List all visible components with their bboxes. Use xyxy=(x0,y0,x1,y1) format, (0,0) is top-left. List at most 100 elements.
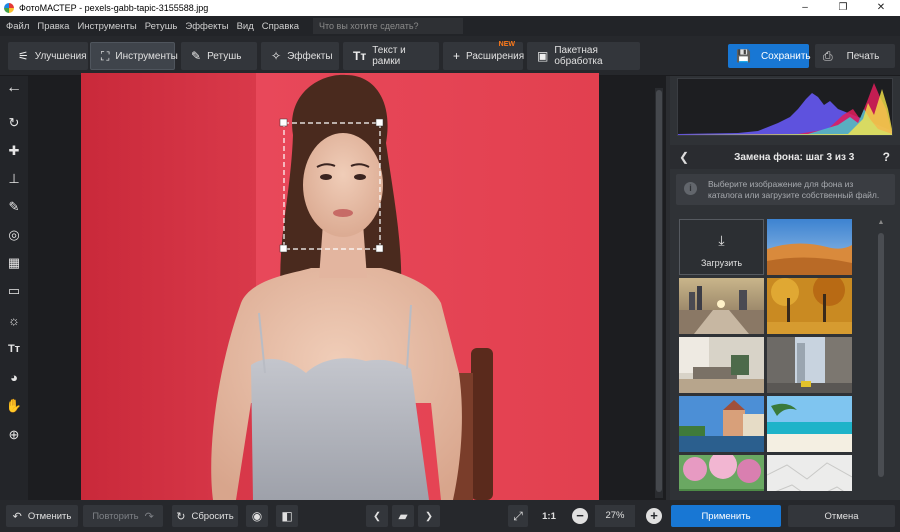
menu-view[interactable]: Вид xyxy=(233,21,258,32)
info-banner: i Выберите изображение для фона из катал… xyxy=(676,174,895,205)
tab-text-frames[interactable]: Tт Текст и рамки xyxy=(343,42,439,70)
menu-bar: Файл Правка Инструменты Ретушь Эффекты В… xyxy=(0,16,900,36)
zoom-in-button[interactable]: + xyxy=(646,508,662,524)
tab-extensions[interactable]: + Расширения NEW xyxy=(443,41,524,70)
zoom-out-button[interactable]: − xyxy=(572,508,588,524)
window-title: ФотоМАСТЕР - pexels-gabb-tapic-3155588.j… xyxy=(19,3,209,13)
menu-help[interactable]: Справка xyxy=(258,21,303,32)
tab-enhancements[interactable]: ⚟ Улучшения xyxy=(8,42,88,70)
close-button[interactable]: ✕ xyxy=(862,0,900,16)
save-button[interactable]: 💾 Сохранить xyxy=(728,44,811,68)
next-image-button[interactable]: ❯ xyxy=(418,505,440,527)
apply-button[interactable]: Применить xyxy=(671,505,781,527)
tab-batch-processing[interactable]: ▣ Пакетная обработка xyxy=(527,42,640,70)
preview-eye-button[interactable]: ◉ xyxy=(246,505,268,527)
gradient-icon[interactable]: ▦ xyxy=(4,253,24,273)
stamp-icon[interactable]: ⊥ xyxy=(4,169,24,189)
tab-retouch[interactable]: ✎ Ретушь xyxy=(181,42,257,70)
vignette-icon[interactable]: ▭ xyxy=(4,281,24,301)
fit-screen-button[interactable]: ⤢ xyxy=(508,505,528,527)
gallery-scrollbar[interactable]: ▲ xyxy=(876,219,886,491)
text-tool-icon[interactable]: Tт xyxy=(4,339,24,359)
light-icon[interactable]: ☼ xyxy=(4,311,24,331)
portrait-photo xyxy=(81,73,599,500)
redo-label: Повторить xyxy=(92,510,139,522)
effects-icon: ✧ xyxy=(271,49,282,63)
background-replace-icon[interactable]: ✋ xyxy=(4,396,24,416)
thumbnail-road-city[interactable] xyxy=(679,278,764,334)
back-chevron-icon[interactable]: ❮ xyxy=(679,150,689,164)
menu-effects[interactable]: Эффекты xyxy=(181,21,232,32)
right-eye xyxy=(354,174,366,180)
undo-button[interactable]: ↶ Отменить xyxy=(6,505,78,527)
tab-label: Улучшения xyxy=(34,50,87,62)
compare-button[interactable]: ◧ xyxy=(276,505,298,527)
folder-icon: ▰ xyxy=(398,509,408,523)
cancel-button[interactable]: Отмена xyxy=(788,505,895,527)
photo-canvas[interactable] xyxy=(81,73,599,500)
batch-icon: ▣ xyxy=(537,49,549,63)
menu-retouch[interactable]: Ретушь xyxy=(141,21,182,32)
menu-tools[interactable]: Инструменты xyxy=(73,21,140,32)
thumbnail-city-street[interactable] xyxy=(767,337,852,393)
thumbnail-living-room[interactable] xyxy=(679,337,764,393)
left-eye xyxy=(320,174,332,180)
radial-filter-icon[interactable]: ◎ xyxy=(4,225,24,245)
left-tool-sidebar: ← ↻ ✚ ⊥ ✎ ◎ ▦ ▭ ☼ Tт ◕ ✋ ⊕ xyxy=(0,76,28,500)
histogram-graph xyxy=(678,83,892,135)
scroll-up-icon[interactable]: ▲ xyxy=(876,219,886,226)
upload-label: Загрузить xyxy=(700,258,743,268)
selection-handle xyxy=(279,118,288,127)
reset-button[interactable]: ↻ Сбросить xyxy=(172,505,238,527)
command-search-input[interactable]: Что вы хотите сделать? xyxy=(313,18,464,34)
bottom-bar: ↶ Отменить Повторить ↷ ↻ Сбросить ◉ ◧ ❮ … xyxy=(0,500,900,532)
text-icon: Tт xyxy=(353,49,367,63)
scrollbar-thumb[interactable] xyxy=(656,90,662,492)
back-arrow-icon[interactable]: ← xyxy=(4,78,24,98)
tab-effects[interactable]: ✧ Эффекты xyxy=(261,42,339,70)
rotate-icon[interactable]: ↻ xyxy=(4,113,24,133)
thumbnail-desert[interactable] xyxy=(767,219,852,275)
new-badge: NEW xyxy=(498,41,515,48)
brush-tool-icon[interactable]: ✎ xyxy=(4,197,24,217)
chevron-left-icon: ❮ xyxy=(373,510,381,522)
eye-icon: ◉ xyxy=(251,509,263,523)
step-title: Замена фона: шаг 3 из 3 xyxy=(734,151,855,163)
help-button[interactable]: ? xyxy=(883,150,890,164)
minimize-button[interactable]: – xyxy=(786,0,824,16)
tab-label: Пакетная обработка xyxy=(554,45,603,67)
gallery-scrollbar-thumb[interactable] xyxy=(878,233,884,477)
histogram xyxy=(677,78,893,136)
chair-back xyxy=(471,348,493,500)
tab-label: Эффекты xyxy=(287,50,333,62)
previous-image-button[interactable]: ❮ xyxy=(366,505,388,527)
upload-button[interactable]: ⤓ Загрузить xyxy=(679,219,764,275)
download-arrow-icon: ⤓ xyxy=(718,232,725,248)
thumbnail-beach-palm[interactable] xyxy=(767,396,852,452)
maximize-button[interactable]: ❐ xyxy=(824,0,862,16)
print-button[interactable]: ⎙ Печать xyxy=(815,44,895,68)
thumbnail-blossom-garden[interactable] xyxy=(679,455,764,491)
app-logo-icon xyxy=(4,3,14,13)
plus-icon: + xyxy=(453,49,461,63)
fill-icon[interactable]: ◕ xyxy=(4,368,24,388)
zoom-level[interactable]: 27% xyxy=(595,505,635,527)
step-header: ❮ Замена фона: шаг 3 из 3 ? xyxy=(670,145,900,169)
info-text: Выберите изображение для фона из каталог… xyxy=(708,179,880,200)
globe-icon[interactable]: ⊕ xyxy=(4,425,24,445)
selection-handle xyxy=(279,244,288,253)
selection-handle xyxy=(375,244,384,253)
title-bar: ФотоМАСТЕР - pexels-gabb-tapic-3155588.j… xyxy=(0,0,900,16)
thumbnail-crumpled-paper[interactable] xyxy=(767,455,852,491)
thumbnail-canal-houses[interactable] xyxy=(679,396,764,452)
menu-edit[interactable]: Правка xyxy=(33,21,73,32)
thumbnail-autumn-leaves[interactable] xyxy=(767,278,852,334)
crop-icon: ⛶ xyxy=(101,48,110,63)
redo-button[interactable]: Повторить ↷ xyxy=(83,505,163,527)
zoom-1-1-button[interactable]: 1:1 xyxy=(537,505,561,527)
menu-file[interactable]: Файл xyxy=(2,21,33,32)
patch-icon[interactable]: ✚ xyxy=(4,141,24,161)
tab-tools[interactable]: ⛶ Инструменты xyxy=(90,42,178,70)
open-folder-button[interactable]: ▰ xyxy=(392,505,414,527)
canvas-scrollbar[interactable] xyxy=(655,88,663,498)
